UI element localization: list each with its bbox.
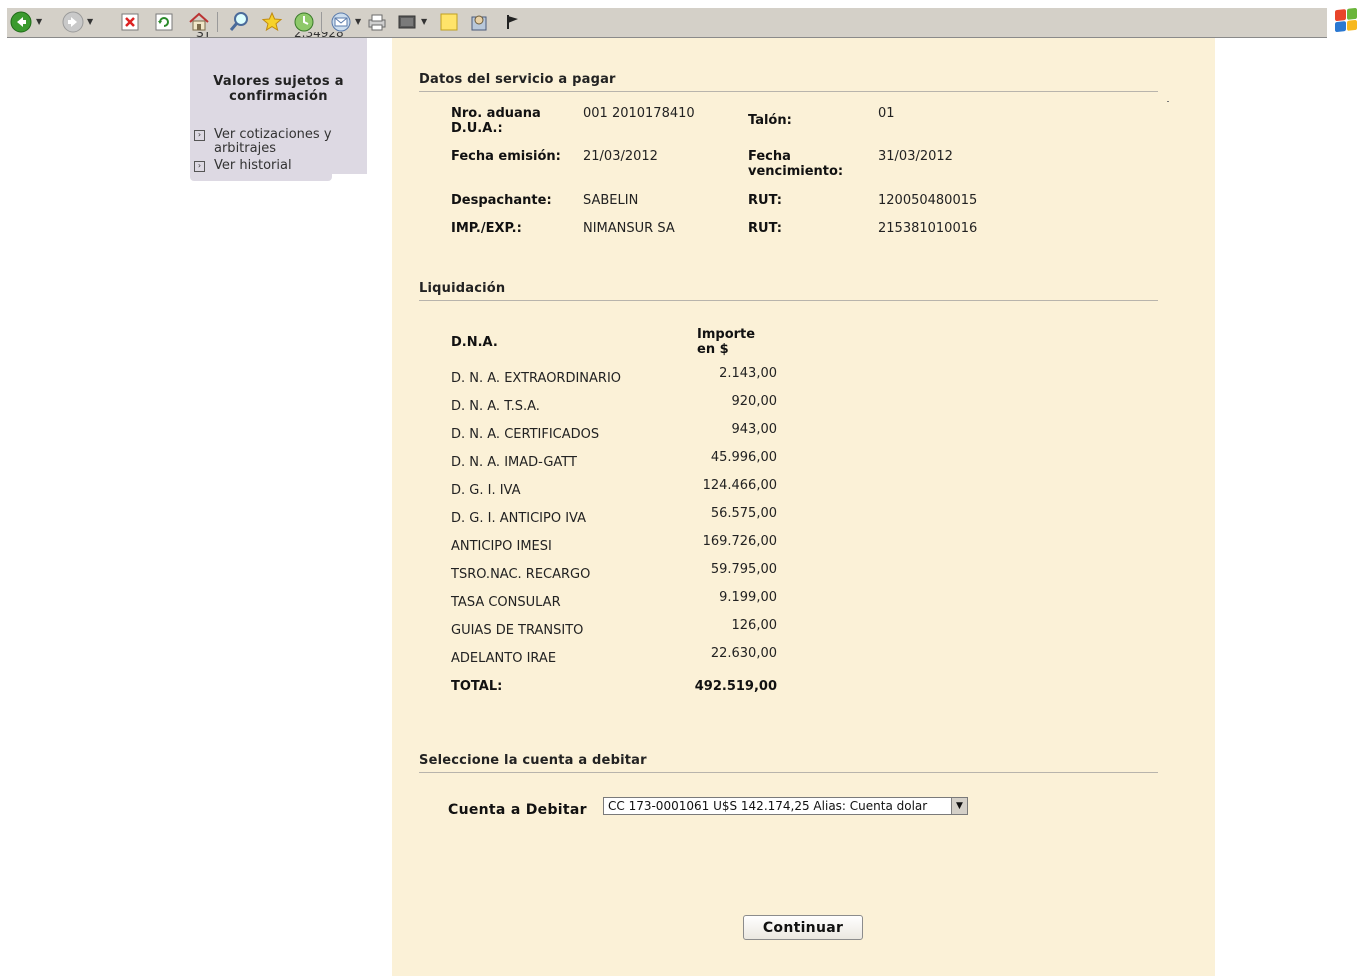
favorites-icon[interactable] bbox=[260, 10, 284, 34]
sidebar-box: ST 2.34928 Valores sujetos a confirmació… bbox=[190, 32, 367, 174]
liquidacion-row-name: D. N. A. IMAD-GATT bbox=[451, 455, 577, 470]
sidebar-cut-right: 2.34928 bbox=[294, 32, 344, 40]
liquidacion-row-name: ANTICIPO IMESI bbox=[451, 539, 552, 554]
liquidacion-row-amount: 943,00 bbox=[731, 422, 778, 437]
forward-icon[interactable] bbox=[61, 10, 85, 34]
flag-icon[interactable] bbox=[501, 10, 525, 34]
label-rut-despachante: RUT: bbox=[748, 193, 782, 208]
liquidacion-row-amount: 56.575,00 bbox=[710, 506, 777, 521]
liquidacion-row-name: TASA CONSULAR bbox=[451, 595, 561, 610]
history-icon[interactable] bbox=[292, 10, 316, 34]
col-header-dna: D.N.A. bbox=[451, 335, 498, 350]
value-despachante: SABELIN bbox=[583, 193, 639, 208]
continuar-button[interactable]: Continuar bbox=[743, 915, 863, 940]
sidebar-title: Valores sujetos a confirmación bbox=[213, 74, 344, 104]
label-nro-aduana: Nro. aduana D.U.A.: bbox=[451, 106, 541, 136]
windows-logo-icon bbox=[1335, 7, 1357, 33]
messenger-icon[interactable] bbox=[467, 10, 491, 34]
total-amount: 492.519,00 bbox=[694, 679, 777, 694]
search-icon[interactable] bbox=[227, 10, 251, 34]
edit-icon[interactable] bbox=[395, 10, 419, 34]
decorative-dot bbox=[1167, 101, 1169, 102]
liquidacion-row-amount: 59.795,00 bbox=[710, 562, 777, 577]
liquidacion-row-amount: 9.199,00 bbox=[719, 590, 777, 605]
value-talon: 01 bbox=[878, 106, 895, 121]
liquidacion-row-name: GUIAS DE TRANSITO bbox=[451, 623, 584, 638]
liquidacion-row-amount: 2.143,00 bbox=[719, 366, 777, 381]
liquidacion-row-amount: 126,00 bbox=[731, 618, 778, 633]
liquidacion-row-amount: 169.726,00 bbox=[702, 534, 777, 549]
mail-dropdown-icon[interactable]: ▼ bbox=[355, 17, 361, 26]
section-divider bbox=[419, 772, 1158, 773]
sidebar-cut-left: ST bbox=[196, 32, 211, 40]
link-arrow-icon: › bbox=[194, 161, 205, 172]
value-imp-exp: NIMANSUR SA bbox=[583, 221, 675, 236]
liquidacion-row-name: D. N. A. EXTRAORDINARIO bbox=[451, 371, 622, 386]
sidebar-cut-row: ST 2.34928 bbox=[196, 32, 346, 44]
sidebar-link-historial[interactable]: › Ver historial bbox=[194, 159, 349, 173]
value-fecha-emision: 21/03/2012 bbox=[583, 149, 658, 164]
label-fecha-emision: Fecha emisión: bbox=[451, 149, 561, 164]
liquidacion-row-amount: 22.630,00 bbox=[710, 646, 777, 661]
section-divider bbox=[419, 91, 1158, 92]
forward-dropdown-icon[interactable]: ▼ bbox=[87, 17, 93, 26]
section-divider bbox=[419, 300, 1158, 301]
edit-dropdown-icon[interactable]: ▼ bbox=[421, 17, 427, 26]
section-title-servicio: Datos del servicio a pagar bbox=[419, 72, 616, 87]
liquidacion-row-name: TSRO.NAC. RECARGO bbox=[451, 567, 591, 582]
section-title-cuenta: Seleccione la cuenta a debitar bbox=[419, 753, 647, 768]
sidebar-link-label[interactable]: Ver historial bbox=[214, 159, 349, 173]
cuenta-label: Cuenta a Debitar bbox=[448, 802, 587, 818]
refresh-icon[interactable] bbox=[152, 10, 176, 34]
label-rut-imp-exp: RUT: bbox=[748, 221, 782, 236]
back-dropdown-icon[interactable]: ▼ bbox=[36, 17, 42, 26]
sidebar-link-label[interactable]: Ver cotizaciones y arbitrajes bbox=[214, 128, 349, 156]
label-talon: Talón: bbox=[748, 113, 792, 128]
liquidacion-row-amount: 920,00 bbox=[731, 394, 778, 409]
label-despachante: Despachante: bbox=[451, 193, 552, 208]
label-fecha-vencimiento: Fecha vencimiento: bbox=[748, 149, 844, 179]
notes-icon[interactable] bbox=[437, 10, 461, 34]
link-arrow-icon: › bbox=[194, 130, 205, 141]
print-icon[interactable] bbox=[365, 10, 389, 34]
cuenta-selected-value[interactable]: CC 173-0001061 U$S 142.174,25 Alias: Cue… bbox=[608, 799, 927, 813]
liquidacion-row-name: D. G. I. IVA bbox=[451, 483, 521, 498]
back-icon[interactable] bbox=[9, 10, 33, 34]
cuenta-select[interactable]: CC 173-0001061 U$S 142.174,25 Alias: Cue… bbox=[603, 797, 968, 815]
value-nro-aduana: 001 2010178410 bbox=[583, 106, 695, 121]
liquidacion-row-name: D. N. A. CERTIFICADOS bbox=[451, 427, 600, 442]
label-imp-exp: IMP./EXP.: bbox=[451, 221, 522, 236]
section-title-liquidacion: Liquidación bbox=[419, 281, 506, 296]
chevron-down-icon[interactable]: ▼ bbox=[951, 798, 967, 814]
value-rut-despachante: 120050480015 bbox=[878, 193, 978, 208]
stop-icon[interactable] bbox=[118, 10, 142, 34]
sidebar-box-tail bbox=[190, 172, 332, 181]
sidebar-link-cotizaciones[interactable]: › Ver cotizaciones y arbitrajes bbox=[194, 128, 349, 156]
liquidacion-row-name: D. G. I. ANTICIPO IVA bbox=[451, 511, 587, 526]
liquidacion-row-amount: 124.466,00 bbox=[702, 478, 777, 493]
liquidacion-row-name: D. N. A. T.S.A. bbox=[451, 399, 540, 414]
value-rut-imp-exp: 215381010016 bbox=[878, 221, 978, 236]
liquidacion-row-name: ADELANTO IRAE bbox=[451, 651, 557, 666]
col-header-importe: Importe en $ bbox=[697, 327, 756, 357]
main-panel: Datos del servicio a pagar Nro. aduana D… bbox=[392, 38, 1215, 976]
home-icon[interactable] bbox=[187, 10, 211, 34]
mail-icon[interactable] bbox=[329, 10, 353, 34]
total-label: TOTAL: bbox=[451, 679, 503, 694]
liquidacion-row-amount: 45.996,00 bbox=[710, 450, 777, 465]
value-fecha-vencimiento: 31/03/2012 bbox=[878, 149, 953, 164]
